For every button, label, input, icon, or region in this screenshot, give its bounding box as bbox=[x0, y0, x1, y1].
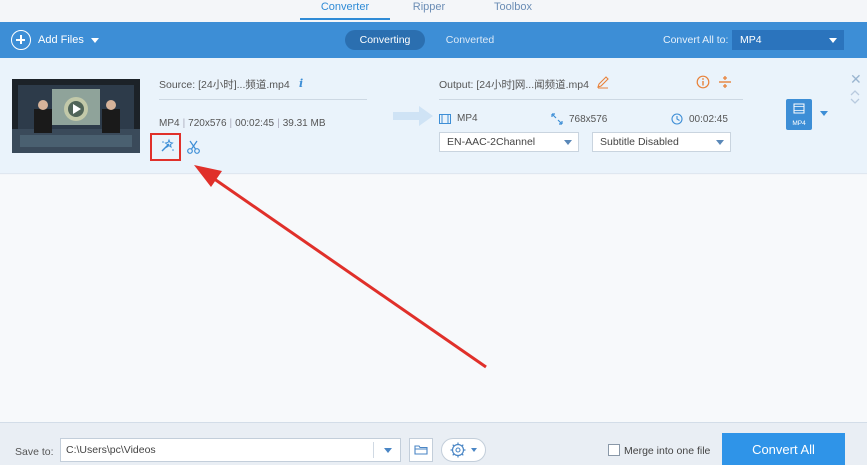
tab-converter-label: Converter bbox=[320, 1, 370, 13]
chevron-down-icon bbox=[716, 140, 724, 145]
add-files-label: Add Files bbox=[38, 34, 84, 46]
video-file-icon bbox=[793, 103, 805, 114]
audio-track-select[interactable]: EN-AAC-2Channel bbox=[439, 132, 579, 152]
convert-all-button[interactable]: Convert All bbox=[722, 433, 845, 465]
tab-converter[interactable]: Converter bbox=[300, 0, 390, 20]
settings-button[interactable] bbox=[441, 438, 486, 462]
output-resolution-info: 768x576 bbox=[551, 113, 607, 125]
tab-ripper[interactable]: Ripper bbox=[390, 0, 468, 20]
tab-toolbox-label: Toolbox bbox=[494, 1, 532, 13]
output-duration-info: 00:02:45 bbox=[671, 113, 728, 125]
chevron-down-icon[interactable] bbox=[820, 111, 828, 116]
edit-pencil-icon[interactable] bbox=[596, 75, 610, 89]
enhance-video-icon[interactable] bbox=[159, 138, 175, 154]
film-icon bbox=[439, 113, 451, 124]
chevron-down-icon bbox=[829, 38, 837, 43]
converted-label: Converted bbox=[445, 34, 495, 46]
chevron-down-icon bbox=[564, 140, 572, 145]
output-format-badge[interactable]: MP4 bbox=[786, 99, 812, 130]
scissors-icon[interactable] bbox=[186, 139, 202, 155]
tab-toolbox[interactable]: Toolbox bbox=[473, 0, 553, 20]
output-format-info: MP4 bbox=[439, 113, 478, 124]
badge-format-text: MP4 bbox=[792, 120, 806, 127]
arrow-right-icon bbox=[393, 106, 433, 126]
divider bbox=[159, 99, 367, 100]
output-format-value: MP4 bbox=[740, 34, 762, 46]
source-meta: MP4 | 720x576 | 00:02:45 | 39.31 MB bbox=[159, 118, 326, 129]
output-format-select[interactable]: MP4 bbox=[732, 30, 844, 50]
resize-icon bbox=[551, 113, 563, 125]
subtitle-value: Subtitle Disabled bbox=[600, 136, 679, 148]
chevron-down-icon[interactable] bbox=[384, 448, 392, 453]
plus-circle-icon bbox=[11, 30, 31, 50]
save-path-input[interactable]: C:\Users\pc\Videos bbox=[60, 438, 401, 462]
compress-icon[interactable] bbox=[718, 75, 732, 89]
video-converter-app: Converter Ripper Toolbox Add Files Conve… bbox=[0, 0, 867, 465]
active-tab-indicator bbox=[300, 18, 390, 20]
gear-icon bbox=[450, 442, 477, 458]
tab-ripper-label: Ripper bbox=[412, 1, 446, 13]
divider bbox=[373, 442, 374, 458]
add-files-button[interactable]: Add Files bbox=[11, 30, 99, 50]
save-to-label: Save to: bbox=[15, 446, 54, 458]
converted-tab[interactable]: Converted bbox=[432, 30, 508, 50]
merge-checkbox[interactable] bbox=[608, 444, 620, 456]
open-folder-button[interactable] bbox=[409, 438, 433, 462]
save-path-value: C:\Users\pc\Videos bbox=[66, 444, 156, 456]
info-circle-icon[interactable] bbox=[696, 75, 710, 89]
converting-label: Converting bbox=[359, 34, 411, 46]
convert-all-label: Convert All bbox=[752, 442, 815, 457]
top-tab-bar: Converter Ripper Toolbox bbox=[0, 0, 867, 22]
clock-icon bbox=[671, 113, 683, 125]
info-icon[interactable]: i bbox=[299, 77, 303, 90]
audio-track-value: EN-AAC-2Channel bbox=[447, 136, 536, 148]
output-format-text: MP4 bbox=[457, 113, 478, 124]
source-filename: Source: [24小时]...频道.mp4 bbox=[159, 79, 290, 91]
divider bbox=[439, 99, 743, 100]
chevron-down-icon[interactable] bbox=[850, 96, 860, 106]
convert-all-to-label: Convert All to: bbox=[663, 34, 729, 46]
merge-label: Merge into one file bbox=[624, 445, 711, 457]
source-container: MP4 bbox=[159, 118, 180, 129]
file-list-area bbox=[0, 175, 867, 422]
source-resolution: 720x576 bbox=[188, 118, 227, 129]
file-item: Source: [24小时]...频道.mp4 i MP4 | 720x576 | 00… bbox=[0, 58, 867, 174]
thumbnail-image bbox=[12, 79, 140, 153]
folder-icon bbox=[414, 445, 428, 455]
main-toolbar: Add Files Converting Converted Convert A… bbox=[0, 22, 867, 58]
output-duration-text: 00:02:45 bbox=[689, 113, 728, 125]
chevron-down-icon[interactable] bbox=[90, 37, 99, 43]
close-icon[interactable]: ✕ bbox=[850, 72, 862, 86]
output-filename: Output: [24小时]网...闻频道.mp4 bbox=[439, 79, 589, 91]
source-size: 39.31 MB bbox=[282, 118, 326, 129]
bottom-bar: Save to: C:\Users\pc\Videos Merge into o… bbox=[0, 422, 867, 465]
video-thumbnail[interactable] bbox=[12, 79, 140, 153]
converting-tab[interactable]: Converting bbox=[345, 30, 425, 50]
source-duration: 00:02:45 bbox=[235, 118, 275, 129]
subtitle-select[interactable]: Subtitle Disabled bbox=[592, 132, 731, 152]
output-resolution-text: 768x576 bbox=[569, 113, 608, 125]
